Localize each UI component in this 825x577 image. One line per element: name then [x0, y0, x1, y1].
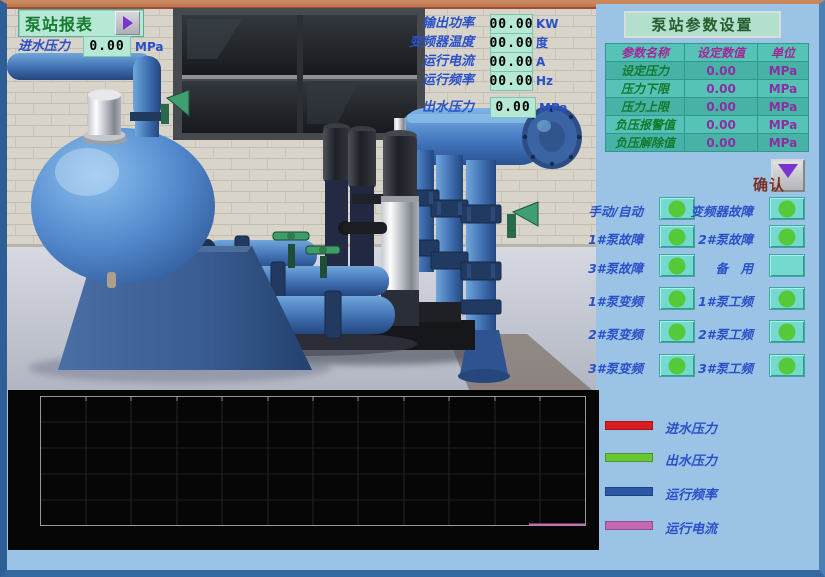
indicator-label-pump2-fault: 2#泵故障: [698, 229, 753, 248]
window: [173, 8, 425, 140]
status-lamp-pump3-mains: [769, 354, 805, 377]
lamp-dot: [669, 290, 686, 307]
output-power-value: 00.00: [490, 14, 533, 34]
indicator-label-spare: 备 用: [715, 258, 753, 277]
settings-row: 设定压力 0.00 MPa: [606, 62, 809, 80]
indicator-label-pump3-fault: 3#泵故障: [588, 258, 643, 277]
lamp-dot: [669, 200, 686, 217]
settings-row: 压力上限 0.00 MPa: [606, 98, 809, 116]
param-value[interactable]: 0.00: [685, 134, 758, 152]
settings-row: 负压报警值 0.00 MPa: [606, 116, 809, 134]
output-power-unit: KW: [536, 18, 559, 30]
indicator-label-vfd-fault: 变频器故障: [690, 201, 753, 220]
col-param-name: 参数名称: [606, 44, 685, 62]
legend-swatch-inlet-pressure: [605, 421, 653, 430]
status-lamp-pump2-fault: [769, 225, 805, 248]
indicator-label-pump3-vfd: 3#泵变频: [588, 358, 643, 377]
lamp-dot: [669, 323, 686, 340]
legend-label-inlet-pressure: 进水压力: [665, 418, 717, 437]
settings-panel-title: 泵站参数设置: [624, 11, 781, 38]
report-button-label: 泵站报表: [25, 11, 93, 35]
outlet-pressure-value: 0.00: [490, 97, 536, 118]
param-unit: MPa: [758, 62, 809, 80]
indicator-label-pump1-vfd: 1#泵变频: [588, 291, 643, 310]
run-current-unit: A: [536, 56, 545, 68]
status-lamp-pump1-fault: [659, 225, 695, 248]
play-icon: [123, 16, 133, 30]
outlet-pressure-label: 出水压力: [422, 101, 474, 114]
indicator-label-manual-auto: 手动/自动: [588, 201, 643, 220]
param-value[interactable]: 0.00: [685, 98, 758, 116]
inverter-temp-value: 00.00: [490, 33, 533, 53]
param-name: 压力下限: [606, 80, 685, 98]
inverter-temp-unit: 度: [536, 37, 548, 49]
trend-chart-grid: [8, 390, 599, 550]
output-power-label: 输出功率: [422, 17, 474, 30]
lamp-dot: [669, 357, 686, 374]
legend-swatch-outlet-pressure: [605, 453, 653, 462]
inlet-pressure-value: 0.00: [83, 36, 131, 57]
param-name: 负压报警值: [606, 116, 685, 134]
indicator-label-pump3-mains: 3#泵工频: [698, 358, 753, 377]
lamp-dot: [669, 228, 686, 245]
run-freq-unit: Hz: [536, 75, 553, 87]
lamp-dot: [779, 228, 796, 245]
outlet-pressure-unit: MPa: [539, 102, 568, 114]
param-value[interactable]: 0.00: [685, 80, 758, 98]
lamp-dot: [669, 257, 686, 274]
param-name: 负压解除值: [606, 134, 685, 152]
status-lamp-pump2-vfd: [659, 320, 695, 343]
param-unit: MPa: [758, 116, 809, 134]
status-lamp-vfd-fault: [769, 197, 805, 220]
lamp-dot: [779, 357, 796, 374]
report-button[interactable]: 泵站报表: [18, 9, 144, 37]
hmi-screen: 泵站报表 进水压力 0.00 MPa 输出功率 00.00 KW 变频器温度 0…: [0, 0, 825, 577]
indicator-label-pump2-vfd: 2#泵变频: [588, 324, 643, 343]
param-name: 压力上限: [606, 98, 685, 116]
legend-swatch-run-freq: [605, 487, 653, 496]
param-unit: MPa: [758, 80, 809, 98]
status-lamp-pump2-mains: [769, 320, 805, 343]
status-lamp-pump1-vfd: [659, 287, 695, 310]
status-lamp-pump1-mains: [769, 287, 805, 310]
run-current-label: 运行电流: [422, 55, 474, 68]
indicator-label-pump1-fault: 1#泵故障: [588, 229, 643, 248]
settings-row: 压力下限 0.00 MPa: [606, 80, 809, 98]
inverter-temp-label: 变频器温度: [409, 36, 474, 49]
run-freq-value: 00.00: [490, 71, 533, 91]
legend-label-run-current: 运行电流: [665, 518, 717, 537]
lamp-dot: [779, 200, 796, 217]
legend-swatch-run-current: [605, 521, 653, 530]
lamp-dot: [779, 290, 796, 307]
param-unit: MPa: [758, 98, 809, 116]
settings-header-row: 参数名称 设定数值 单位: [606, 44, 809, 62]
run-freq-label: 运行频率: [422, 74, 474, 87]
lamp-dot: [779, 323, 796, 340]
legend-label-outlet-pressure: 出水压力: [665, 450, 717, 469]
indicator-label-pump2-mains: 2#泵工频: [698, 324, 753, 343]
trend-chart: [8, 390, 599, 550]
confirm-button-label: 确认: [753, 174, 785, 195]
param-value[interactable]: 0.00: [685, 116, 758, 134]
inlet-pressure-label: 进水压力: [18, 40, 70, 53]
param-unit: MPa: [758, 134, 809, 152]
run-current-value: 00.00: [490, 52, 533, 72]
indicator-label-pump1-mains: 1#泵工频: [698, 291, 753, 310]
param-name: 设定压力: [606, 62, 685, 80]
col-unit: 单位: [758, 44, 809, 62]
settings-table: 参数名称 设定数值 单位 设定压力 0.00 MPa 压力下限 0.00 MPa…: [605, 43, 809, 152]
settings-row: 负压解除值 0.00 MPa: [606, 134, 809, 152]
status-lamp-pump3-fault: [659, 254, 695, 277]
status-lamp-pump3-vfd: [659, 354, 695, 377]
legend-label-run-freq: 运行频率: [665, 484, 717, 503]
col-set-value: 设定数值: [685, 44, 758, 62]
inlet-pressure-unit: MPa: [135, 41, 164, 53]
report-play-button[interactable]: [115, 11, 140, 35]
status-lamp-spare: [769, 254, 805, 277]
param-value[interactable]: 0.00: [685, 62, 758, 80]
